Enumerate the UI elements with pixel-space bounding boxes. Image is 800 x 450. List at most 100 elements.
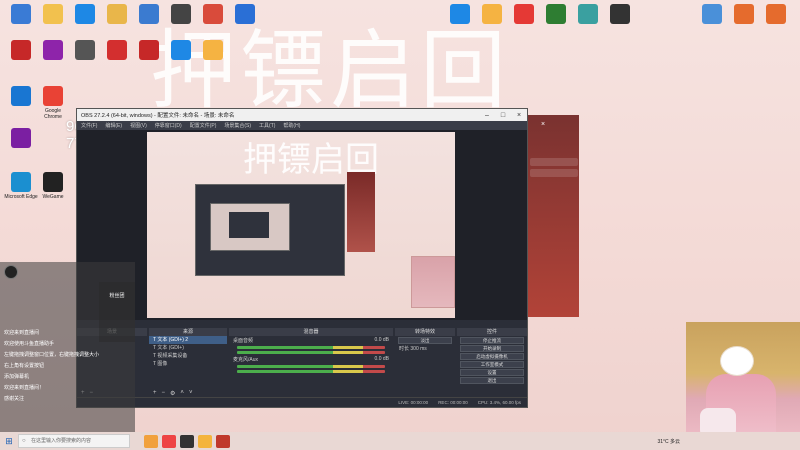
desktop-icon[interactable] [68, 40, 102, 62]
windows-start-icon[interactable]: ⊞ [0, 436, 18, 447]
desktop-icon[interactable] [132, 40, 166, 62]
desktop-icon[interactable] [196, 40, 230, 62]
app-icon [43, 40, 63, 60]
source-item[interactable]: T 视频采集设备 [149, 352, 227, 360]
app-icon [171, 4, 191, 24]
desktop-icon[interactable] [36, 40, 70, 62]
volume-meter[interactable] [237, 346, 385, 349]
desktop-icon[interactable] [4, 4, 38, 26]
desktop-icon[interactable]: Microsoft Edge [4, 172, 38, 200]
app-icon [450, 4, 470, 24]
desktop-icon[interactable] [4, 40, 38, 62]
menu-item[interactable]: 工具(T) [259, 122, 275, 129]
desktop-icon[interactable] [4, 128, 38, 150]
control-button[interactable]: 停止推流 [460, 337, 524, 344]
desktop-icon[interactable] [68, 4, 102, 26]
search-input[interactable]: 在这里输入你要搜索的内容 [18, 434, 130, 448]
volume-meter[interactable] [237, 370, 385, 373]
register-button[interactable] [530, 169, 578, 177]
chat-side-label[interactable]: 粉丝团 [99, 282, 135, 342]
taskbar-app-icon[interactable] [180, 434, 194, 448]
desktop-icon[interactable] [196, 4, 230, 26]
minimize-icon[interactable]: – [479, 112, 495, 119]
control-button[interactable]: 开始录制 [460, 345, 524, 352]
desktop-icon[interactable] [444, 4, 476, 26]
menu-item[interactable]: 配置文件(P) [190, 122, 217, 129]
track-level: 0.0 dB [374, 337, 389, 343]
desktop-icon[interactable] [760, 4, 792, 26]
control-button[interactable]: 启动虚拟摄像机 [460, 353, 524, 360]
sources-title: 来源 [149, 328, 227, 336]
desktop-icon[interactable] [476, 4, 508, 26]
desktop-icon-label: Microsoft Edge [4, 194, 38, 200]
obs-preview[interactable]: 押镖启回 [77, 130, 527, 320]
source-item[interactable]: T 文本 (GDI+) 2 [149, 336, 227, 344]
source-item[interactable]: T 图像 [149, 360, 227, 368]
canvas-side-panel [347, 172, 375, 252]
close-icon[interactable]: × [511, 112, 527, 119]
menu-item[interactable]: 场景集合(S) [224, 122, 251, 129]
desktop-icon[interactable] [164, 4, 198, 26]
desktop-icon[interactable] [100, 4, 134, 26]
desktop-icon[interactable] [228, 4, 262, 26]
desktop-icon[interactable] [508, 4, 540, 26]
app-icon [75, 4, 95, 24]
desktop-icon[interactable]: Google Chrome [36, 86, 70, 120]
desktop-icon[interactable] [604, 4, 636, 26]
desktop-icon[interactable] [4, 86, 38, 108]
canvas-webcam [411, 256, 455, 308]
volume-meter[interactable] [237, 365, 385, 368]
menu-item[interactable]: 停靠窗口(D) [155, 122, 182, 129]
desktop-icon[interactable] [164, 40, 198, 62]
app-icon [11, 172, 31, 192]
desktop-icon[interactable] [696, 4, 728, 26]
app-icon [514, 4, 534, 24]
obs-docks: 场景 + − 来源 T 文本 (GDI+) 2T 文本 (GDI+)T 视频采集… [77, 328, 527, 398]
nested-preview-core [229, 212, 269, 238]
desktop-icon[interactable] [100, 40, 134, 62]
desktop-icon[interactable] [132, 4, 166, 26]
desktop-icon[interactable]: WeGame [36, 172, 70, 200]
avatar[interactable] [4, 265, 18, 279]
control-button[interactable]: 设置 [460, 369, 524, 376]
pinned-apps [144, 434, 230, 448]
cpu-fps: CPU: 3.4%, 60.00 fps [477, 400, 521, 405]
taskbar-app-icon[interactable] [198, 434, 212, 448]
app-icon [578, 4, 598, 24]
app-icon [482, 4, 502, 24]
desktop-icon[interactable] [36, 4, 70, 26]
obs-menubar: 文件(F) 编辑(E) 视图(V) 停靠窗口(D) 配置文件(P) 场景集合(S) 工具(T… [77, 121, 527, 130]
menu-item[interactable]: 视图(V) [130, 122, 147, 129]
mixer-title: 混音器 [229, 328, 393, 336]
desktop-icon[interactable] [540, 4, 572, 26]
obs-window-title: OBS 27.2.4 (64-bit, windows) - 配置文件: 未命名… [81, 113, 235, 119]
volume-meter[interactable] [237, 351, 385, 354]
taskbar-app-icon[interactable] [162, 434, 176, 448]
taskbar-app-icon[interactable] [144, 434, 158, 448]
system-tray: 31°C 多云 [657, 438, 680, 445]
desktop-icon[interactable] [728, 4, 760, 26]
menu-item[interactable]: 编辑(E) [105, 122, 122, 129]
app-icon [546, 4, 566, 24]
weather-text[interactable]: 31°C 多云 [657, 438, 680, 445]
live-time: LIVE: 00:00:00 [398, 400, 429, 405]
preview-canvas: 押镖启回 [147, 132, 455, 318]
transition-select[interactable]: 淡出 [398, 337, 452, 344]
login-button[interactable] [530, 158, 578, 166]
nested-preview [195, 184, 345, 276]
controls-list: 停止推流 开始录制 启动虚拟摄像机 工作室模式 设置 退出 [457, 337, 527, 384]
desktop-icon[interactable] [572, 4, 604, 26]
maximize-icon[interactable]: □ [495, 112, 511, 119]
app-icon [171, 40, 191, 60]
close-icon[interactable]: × [541, 121, 545, 128]
menu-item[interactable]: 文件(F) [81, 122, 97, 129]
transition-duration[interactable]: 时长 300 ms [395, 345, 455, 353]
app-icon [11, 40, 31, 60]
app-icon [766, 4, 786, 24]
control-button[interactable]: 工作室模式 [460, 361, 524, 368]
duration-value[interactable]: 300 ms [410, 346, 426, 352]
taskbar-app-icon[interactable] [216, 434, 230, 448]
menu-item[interactable]: 帮助(H) [283, 122, 300, 129]
control-button[interactable]: 退出 [460, 377, 524, 384]
source-item[interactable]: T 文本 (GDI+) [149, 344, 227, 352]
